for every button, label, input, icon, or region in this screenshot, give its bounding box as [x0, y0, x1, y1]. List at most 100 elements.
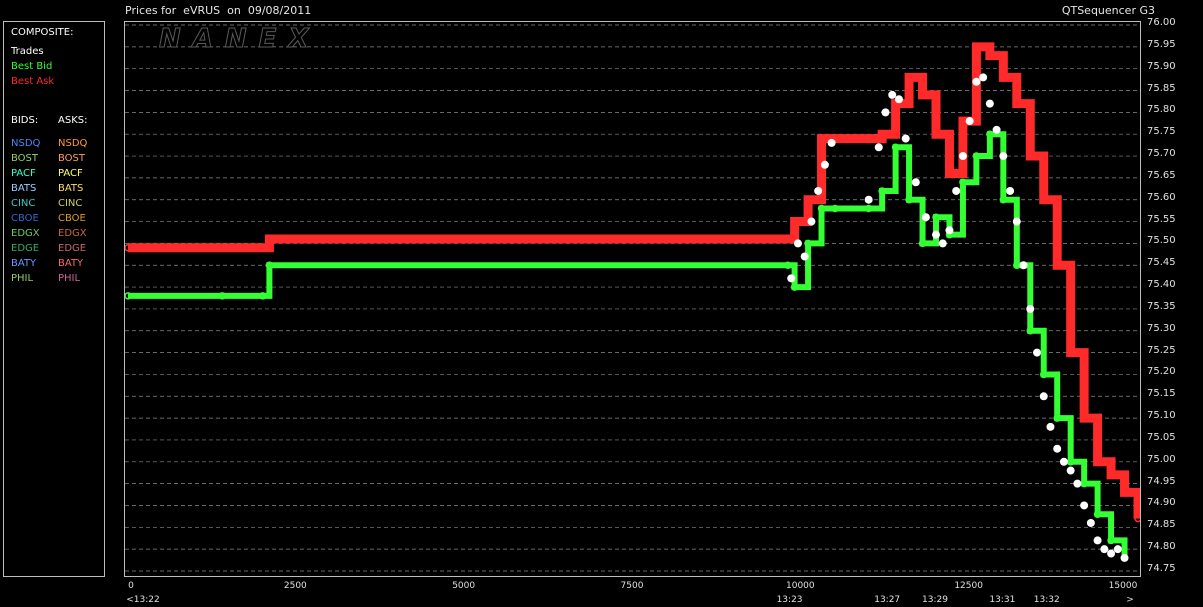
trade-point-15 — [932, 230, 940, 239]
trade-point-1 — [793, 239, 802, 248]
trade-point-9 — [881, 108, 890, 117]
y-tick-label: 75.00 — [1147, 453, 1176, 465]
x-time-label: 13:29 — [922, 595, 948, 605]
trade-point-36 — [1073, 479, 1082, 488]
trade-point-11 — [894, 95, 903, 104]
trade-point-18 — [952, 186, 961, 195]
x-tick-label: 10000 — [786, 581, 815, 591]
legend-bid-bost: BOST — [11, 153, 39, 164]
y-tick-label: 75.85 — [1147, 82, 1176, 94]
y-tick-label: 75.10 — [1147, 410, 1176, 422]
legend-ask-baty: BATY — [58, 258, 84, 269]
x-time-label: > — [1126, 595, 1134, 605]
trade-point-24 — [992, 125, 1001, 134]
y-tick-label: 75.90 — [1147, 60, 1176, 72]
trade-point-22 — [979, 73, 988, 82]
y-tick-label: 75.20 — [1147, 366, 1176, 378]
legend-ask-bost: BOST — [58, 153, 86, 164]
y-tick-label: 74.85 — [1147, 519, 1176, 531]
legend-trades: Trades — [11, 46, 44, 57]
legend-ask-edge: EDGE — [58, 243, 87, 254]
y-tick-label: 75.30 — [1147, 322, 1176, 334]
trade-point-3 — [807, 217, 816, 226]
legend-bid-phil: PHIL — [11, 273, 34, 284]
legend-panel: COMPOSITE: Trades Best Bid Best Ask BIDS… — [3, 21, 105, 577]
x-time-label: 13:31 — [989, 595, 1016, 605]
series-line-best-bid — [128, 131, 1128, 558]
y-tick-label: 75.35 — [1147, 300, 1176, 312]
trade-point-25 — [999, 152, 1008, 161]
trade-point-35 — [1066, 466, 1075, 475]
legend-ask-nsdq: NSDQ — [58, 138, 88, 149]
x-time-label: 13:23 — [776, 595, 803, 605]
x-time-label: 13:27 — [874, 595, 901, 605]
y-tick-label: 74.75 — [1147, 563, 1176, 574]
trade-point-39 — [1093, 536, 1102, 545]
legend-ask-pacf: PACF — [58, 168, 83, 179]
trade-point-12 — [901, 134, 910, 143]
trade-point-26 — [1006, 186, 1015, 195]
trade-point-6 — [827, 138, 836, 147]
trade-point-31 — [1039, 392, 1048, 401]
price-chart — [125, 24, 1140, 572]
composite-title: COMPOSITE: — [11, 27, 74, 38]
legend-bid-edgx: EDGX — [11, 228, 40, 239]
trade-point-33 — [1053, 444, 1062, 453]
trade-point-13 — [911, 178, 920, 187]
legend-ask-bats: BATS — [58, 183, 84, 194]
legend-bid-bats: BATS — [11, 183, 37, 194]
y-tick-label: 75.15 — [1147, 388, 1176, 400]
title-bar: Prices for eVRUS on 09/08/2011 QTSequenc… — [0, 0, 1203, 22]
legend-best-ask: Best Ask — [11, 76, 55, 87]
x-tick-label: 12500 — [954, 581, 983, 591]
y-tick-label: 75.75 — [1147, 126, 1176, 138]
chart-title: Prices for eVRUS on 09/08/2011 — [125, 4, 312, 17]
asks-header: ASKS: — [58, 115, 88, 126]
x-time-label: <13:22 — [126, 595, 160, 605]
x-tick-label: 0 — [128, 581, 134, 591]
x-time-label: 13:32 — [1033, 595, 1060, 605]
y-tick-label: 74.95 — [1147, 475, 1176, 487]
trade-point-43 — [1120, 553, 1129, 562]
trade-point-38 — [1086, 518, 1095, 527]
y-tick-label: 75.60 — [1147, 191, 1176, 203]
trade-point-10 — [888, 90, 897, 99]
bids-header: BIDS: — [11, 115, 39, 126]
legend-bid-pacf: PACF — [11, 168, 36, 179]
legend-bid-edge: EDGE — [11, 243, 40, 254]
legend-bid-baty: BATY — [11, 258, 37, 269]
trade-point-0 — [787, 274, 796, 283]
y-tick-label: 75.50 — [1147, 235, 1176, 247]
trade-point-8 — [874, 143, 883, 152]
trade-point-34 — [1059, 457, 1068, 466]
app-name: QTSequencer G3 — [1061, 4, 1155, 17]
y-tick-label: 75.80 — [1147, 104, 1176, 116]
y-tick-label: 75.25 — [1147, 344, 1176, 356]
x-tick-label: 5000 — [452, 581, 476, 591]
y-tick-label: 75.70 — [1147, 148, 1176, 160]
trade-point-28 — [1019, 261, 1028, 270]
legend-bid-cinc: CINC — [11, 198, 36, 209]
trade-point-29 — [1026, 304, 1035, 313]
trade-point-41 — [1107, 549, 1116, 558]
trade-point-21 — [972, 77, 981, 86]
trade-point-32 — [1046, 422, 1055, 431]
trade-point-20 — [965, 117, 974, 126]
trade-point-4 — [814, 186, 823, 195]
y-tick-label: 76.00 — [1147, 17, 1176, 28]
series-line-best-ask — [128, 42, 1140, 519]
trade-point-37 — [1080, 501, 1089, 510]
x-tick-label: 2500 — [283, 581, 307, 591]
trade-point-7 — [864, 195, 873, 204]
legend-ask-cboe: CBOE — [58, 213, 86, 224]
y-tick-label: 74.90 — [1147, 497, 1176, 509]
trade-point-2 — [800, 252, 809, 261]
legend-bid-cboe: CBOE — [11, 213, 39, 224]
y-tick-label: 75.40 — [1147, 279, 1176, 291]
chart-area: NANEX — [124, 21, 1141, 577]
trade-point-19 — [958, 152, 967, 161]
y-tick-label: 75.05 — [1147, 431, 1176, 443]
y-tick-label: 75.45 — [1147, 257, 1176, 269]
y-tick-label: 75.65 — [1147, 169, 1176, 181]
legend-bid-nsdq: NSDQ — [11, 138, 41, 149]
